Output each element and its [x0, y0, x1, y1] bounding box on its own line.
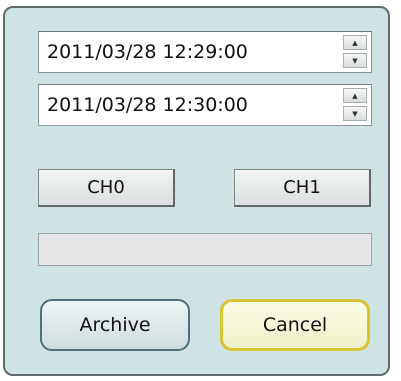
start-spin-down-button[interactable]: ▼: [343, 53, 367, 68]
archive-progress-bar: [38, 233, 372, 266]
end-datetime-field[interactable]: 2011/03/28 12:30:00 ▲ ▼: [38, 84, 372, 126]
end-spin-up-button[interactable]: ▲: [343, 88, 367, 103]
start-datetime-field[interactable]: 2011/03/28 12:29:00 ▲ ▼: [38, 31, 372, 73]
end-datetime-spinner: ▲ ▼: [343, 88, 367, 122]
arrow-up-icon: ▲: [352, 91, 358, 100]
start-spin-up-button[interactable]: ▲: [343, 35, 367, 50]
end-datetime-value: 2011/03/28 12:30:00: [47, 94, 248, 116]
cancel-button[interactable]: Cancel: [220, 299, 370, 351]
ch1-button[interactable]: CH1: [234, 169, 371, 207]
archive-button[interactable]: Archive: [40, 299, 190, 351]
ch0-button[interactable]: CH0: [38, 169, 175, 207]
start-datetime-value: 2011/03/28 12:29:00: [47, 41, 248, 63]
start-datetime-spinner: ▲ ▼: [343, 35, 367, 69]
end-spin-down-button[interactable]: ▼: [343, 106, 367, 121]
arrow-down-icon: ▼: [352, 109, 358, 118]
arrow-up-icon: ▲: [352, 38, 358, 47]
archive-dialog: 2011/03/28 12:29:00 ▲ ▼ 2011/03/28 12:30…: [3, 6, 390, 376]
arrow-down-icon: ▼: [352, 56, 358, 65]
